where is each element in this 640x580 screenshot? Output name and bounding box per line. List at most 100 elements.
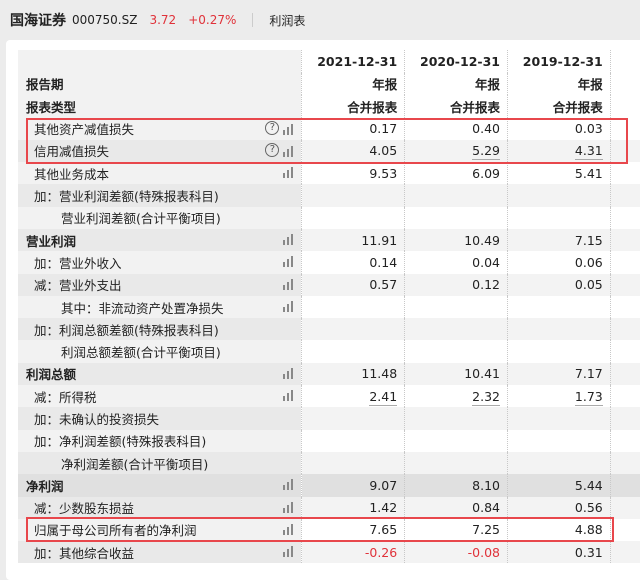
header-row-report-type: 报表类型 合并报表 合并报表 合并报表	[18, 95, 640, 118]
period-label: 报告期	[18, 72, 302, 95]
value-cell	[506, 451, 611, 475]
divider	[252, 13, 254, 27]
value-cell: 11.48	[301, 362, 405, 386]
table-row: 营业利润差额(合计平衡项目)	[18, 206, 640, 229]
column-date[interactable]: 2021-12-31	[301, 50, 405, 73]
row-label: 营业利润	[18, 228, 302, 252]
row-icons: ?	[265, 142, 294, 157]
bar-chart-icon[interactable]	[283, 479, 294, 491]
bar-chart-icon[interactable]	[283, 367, 294, 379]
value-cell	[301, 340, 405, 363]
value-cell: 8.10	[404, 474, 508, 497]
row-icons	[283, 278, 294, 290]
value-cell: 7.25	[404, 518, 508, 542]
value-cell	[506, 184, 611, 207]
value-cell	[404, 429, 508, 452]
row-label-text: 净利润	[26, 478, 64, 494]
value-cell: 7.65	[301, 518, 405, 542]
value-cell	[301, 407, 405, 430]
row-label-text: 减：少数股东损益	[34, 501, 135, 517]
value-cell: 0.17	[301, 117, 405, 140]
value-cell	[301, 451, 405, 475]
row-label-text: 营业利润	[26, 233, 77, 249]
value-text: 0.14	[369, 254, 398, 270]
bar-chart-icon[interactable]	[283, 300, 294, 312]
value-cell	[506, 340, 611, 363]
value-text: 0.05	[574, 277, 603, 293]
bar-chart-icon[interactable]	[283, 501, 294, 513]
bar-chart-icon[interactable]	[283, 123, 294, 135]
income-statement-table: 2021-12-31 2020-12-31 2019-12-31 报告期 年报 …	[18, 50, 640, 564]
table-row: 营业利润 11.91 10.49 7.15	[18, 228, 640, 252]
table-row: 加：利润总额差额(特殊报表科目)	[18, 318, 640, 341]
stock-change: +0.27%	[188, 13, 237, 27]
value-cell: 5.29	[404, 139, 508, 163]
row-icons	[283, 546, 294, 558]
column-type: 年报	[404, 72, 508, 95]
row-label: 减：所得税	[18, 385, 302, 408]
value-cell: 0.12	[404, 273, 508, 296]
value-cell	[404, 318, 508, 341]
table-row: 归属于母公司所有者的净利润 7.65 7.25 4.88	[18, 518, 640, 542]
value-cell	[404, 184, 508, 207]
row-label-text: 信用减值损失	[34, 144, 110, 160]
value-cell: 0.06	[506, 251, 611, 274]
value-cell: 9.53	[301, 162, 405, 185]
row-label-text: 加：营业利润差额(特殊报表科目)	[34, 189, 219, 205]
row-icons	[283, 501, 294, 513]
value-cell: -0.08	[404, 541, 508, 564]
row-label-text: 加：其他综合收益	[34, 545, 135, 561]
row-label-text: 减：所得税	[34, 389, 97, 405]
row-icons	[283, 300, 294, 312]
row-label-text: 加：利润总额差额(特殊报表科目)	[34, 322, 219, 338]
value-cell: 0.05	[506, 273, 611, 296]
value-text: 5.41	[574, 165, 603, 181]
header-row-period: 报告期 年报 年报 年报	[18, 72, 640, 95]
value-text: 0.84	[472, 500, 500, 516]
row-icons: ?	[265, 120, 294, 135]
row-label-text: 利润总额差额(合计平衡项目)	[61, 345, 221, 361]
value-cell: 5.41	[506, 162, 611, 185]
stock-name: 国海证券	[10, 13, 66, 29]
bar-chart-icon[interactable]	[283, 233, 294, 245]
column-date[interactable]: 2019-12-31	[506, 50, 611, 73]
bar-chart-icon[interactable]	[283, 523, 294, 535]
help-icon[interactable]: ?	[265, 120, 280, 135]
value-cell: 4.31	[506, 139, 611, 163]
value-text: 7.15	[574, 232, 603, 248]
column-date[interactable]: 2020-12-31	[404, 50, 508, 73]
value-text: 6.09	[472, 165, 500, 181]
bar-chart-icon[interactable]	[283, 278, 294, 290]
column-type: 年报	[301, 72, 405, 95]
table-row: 其中：非流动资产处置净损失	[18, 295, 640, 319]
help-icon[interactable]: ?	[265, 142, 280, 157]
bar-chart-icon[interactable]	[283, 390, 294, 402]
sheet-title: 利润表	[269, 13, 306, 28]
value-cell: 0.84	[404, 496, 508, 519]
value-cell	[301, 318, 405, 341]
table-row: 利润总额 11.48 10.41 7.17	[18, 362, 640, 386]
value-cell: 10.49	[404, 228, 508, 252]
value-text: -0.26	[364, 544, 398, 560]
table-row: 加：营业外收入 0.14 0.04 0.06	[18, 251, 640, 274]
value-text: 2.41	[369, 388, 398, 406]
stock-header: 国海证券 000750.SZ 3.72 +0.27% 利润表	[0, 0, 640, 40]
row-icons	[283, 479, 294, 491]
bar-chart-icon[interactable]	[283, 167, 294, 179]
value-text: 4.88	[574, 522, 603, 538]
row-label: 加：利润总额差额(特殊报表科目)	[18, 318, 302, 341]
value-text: 7.65	[369, 522, 398, 538]
bar-chart-icon[interactable]	[283, 256, 294, 268]
value-text: 5.29	[472, 143, 500, 161]
bar-chart-icon[interactable]	[283, 546, 294, 558]
bar-chart-icon[interactable]	[283, 145, 294, 157]
value-cell	[404, 340, 508, 363]
value-cell	[404, 206, 508, 229]
value-text: 9.07	[369, 477, 398, 493]
value-cell	[506, 318, 611, 341]
value-cell: 9.07	[301, 474, 405, 497]
column-scope: 合并报表	[404, 95, 508, 118]
row-icons	[283, 233, 294, 245]
value-text: 0.06	[574, 254, 603, 270]
value-cell	[301, 295, 405, 319]
